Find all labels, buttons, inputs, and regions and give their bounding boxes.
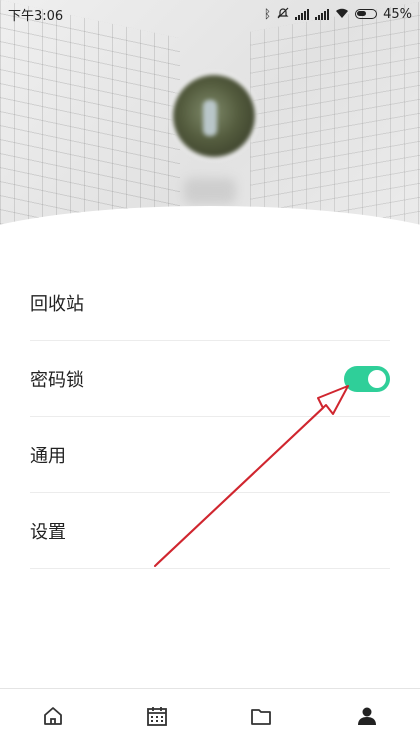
wifi-icon xyxy=(335,8,349,21)
nav-home[interactable] xyxy=(38,701,68,731)
menu-item-label: 通用 xyxy=(30,445,66,467)
folder-icon xyxy=(251,709,271,725)
battery-icon xyxy=(355,9,378,19)
menu-item-password-lock[interactable]: 密码锁 xyxy=(30,341,390,417)
profile-icon xyxy=(358,707,376,725)
nav-profile[interactable] xyxy=(352,701,382,731)
status-bar: 下午3:06 ᛒ 45% xyxy=(0,0,420,28)
menu-item-settings[interactable]: 设置 xyxy=(30,493,390,569)
home-icon xyxy=(44,707,62,725)
profile-header xyxy=(0,0,420,252)
bluetooth-icon: ᛒ xyxy=(263,7,272,21)
calendar-icon xyxy=(147,707,167,726)
battery-percent: 45% xyxy=(383,6,412,22)
status-time: 下午3:06 xyxy=(8,8,64,24)
nav-folder[interactable] xyxy=(246,701,276,731)
nav-calendar[interactable] xyxy=(142,701,172,731)
menu-item-label: 回收站 xyxy=(30,293,84,315)
menu-item-label: 设置 xyxy=(30,521,66,543)
signal-icon xyxy=(295,8,310,20)
menu-item-label: 密码锁 xyxy=(30,369,84,391)
password-lock-toggle[interactable] xyxy=(344,365,390,392)
toggle-knob xyxy=(368,369,386,388)
menu-item-general[interactable]: 通用 xyxy=(30,417,390,493)
avatar-figure xyxy=(203,100,217,136)
bottom-nav xyxy=(0,688,420,742)
username-blurred xyxy=(184,178,236,204)
settings-menu: 回收站 密码锁 通用 设置 xyxy=(0,265,420,569)
mute-icon xyxy=(277,7,289,21)
signal-icon xyxy=(315,8,330,20)
menu-item-recycle-bin[interactable]: 回收站 xyxy=(30,265,390,341)
status-icons: ᛒ 45% xyxy=(264,7,412,22)
